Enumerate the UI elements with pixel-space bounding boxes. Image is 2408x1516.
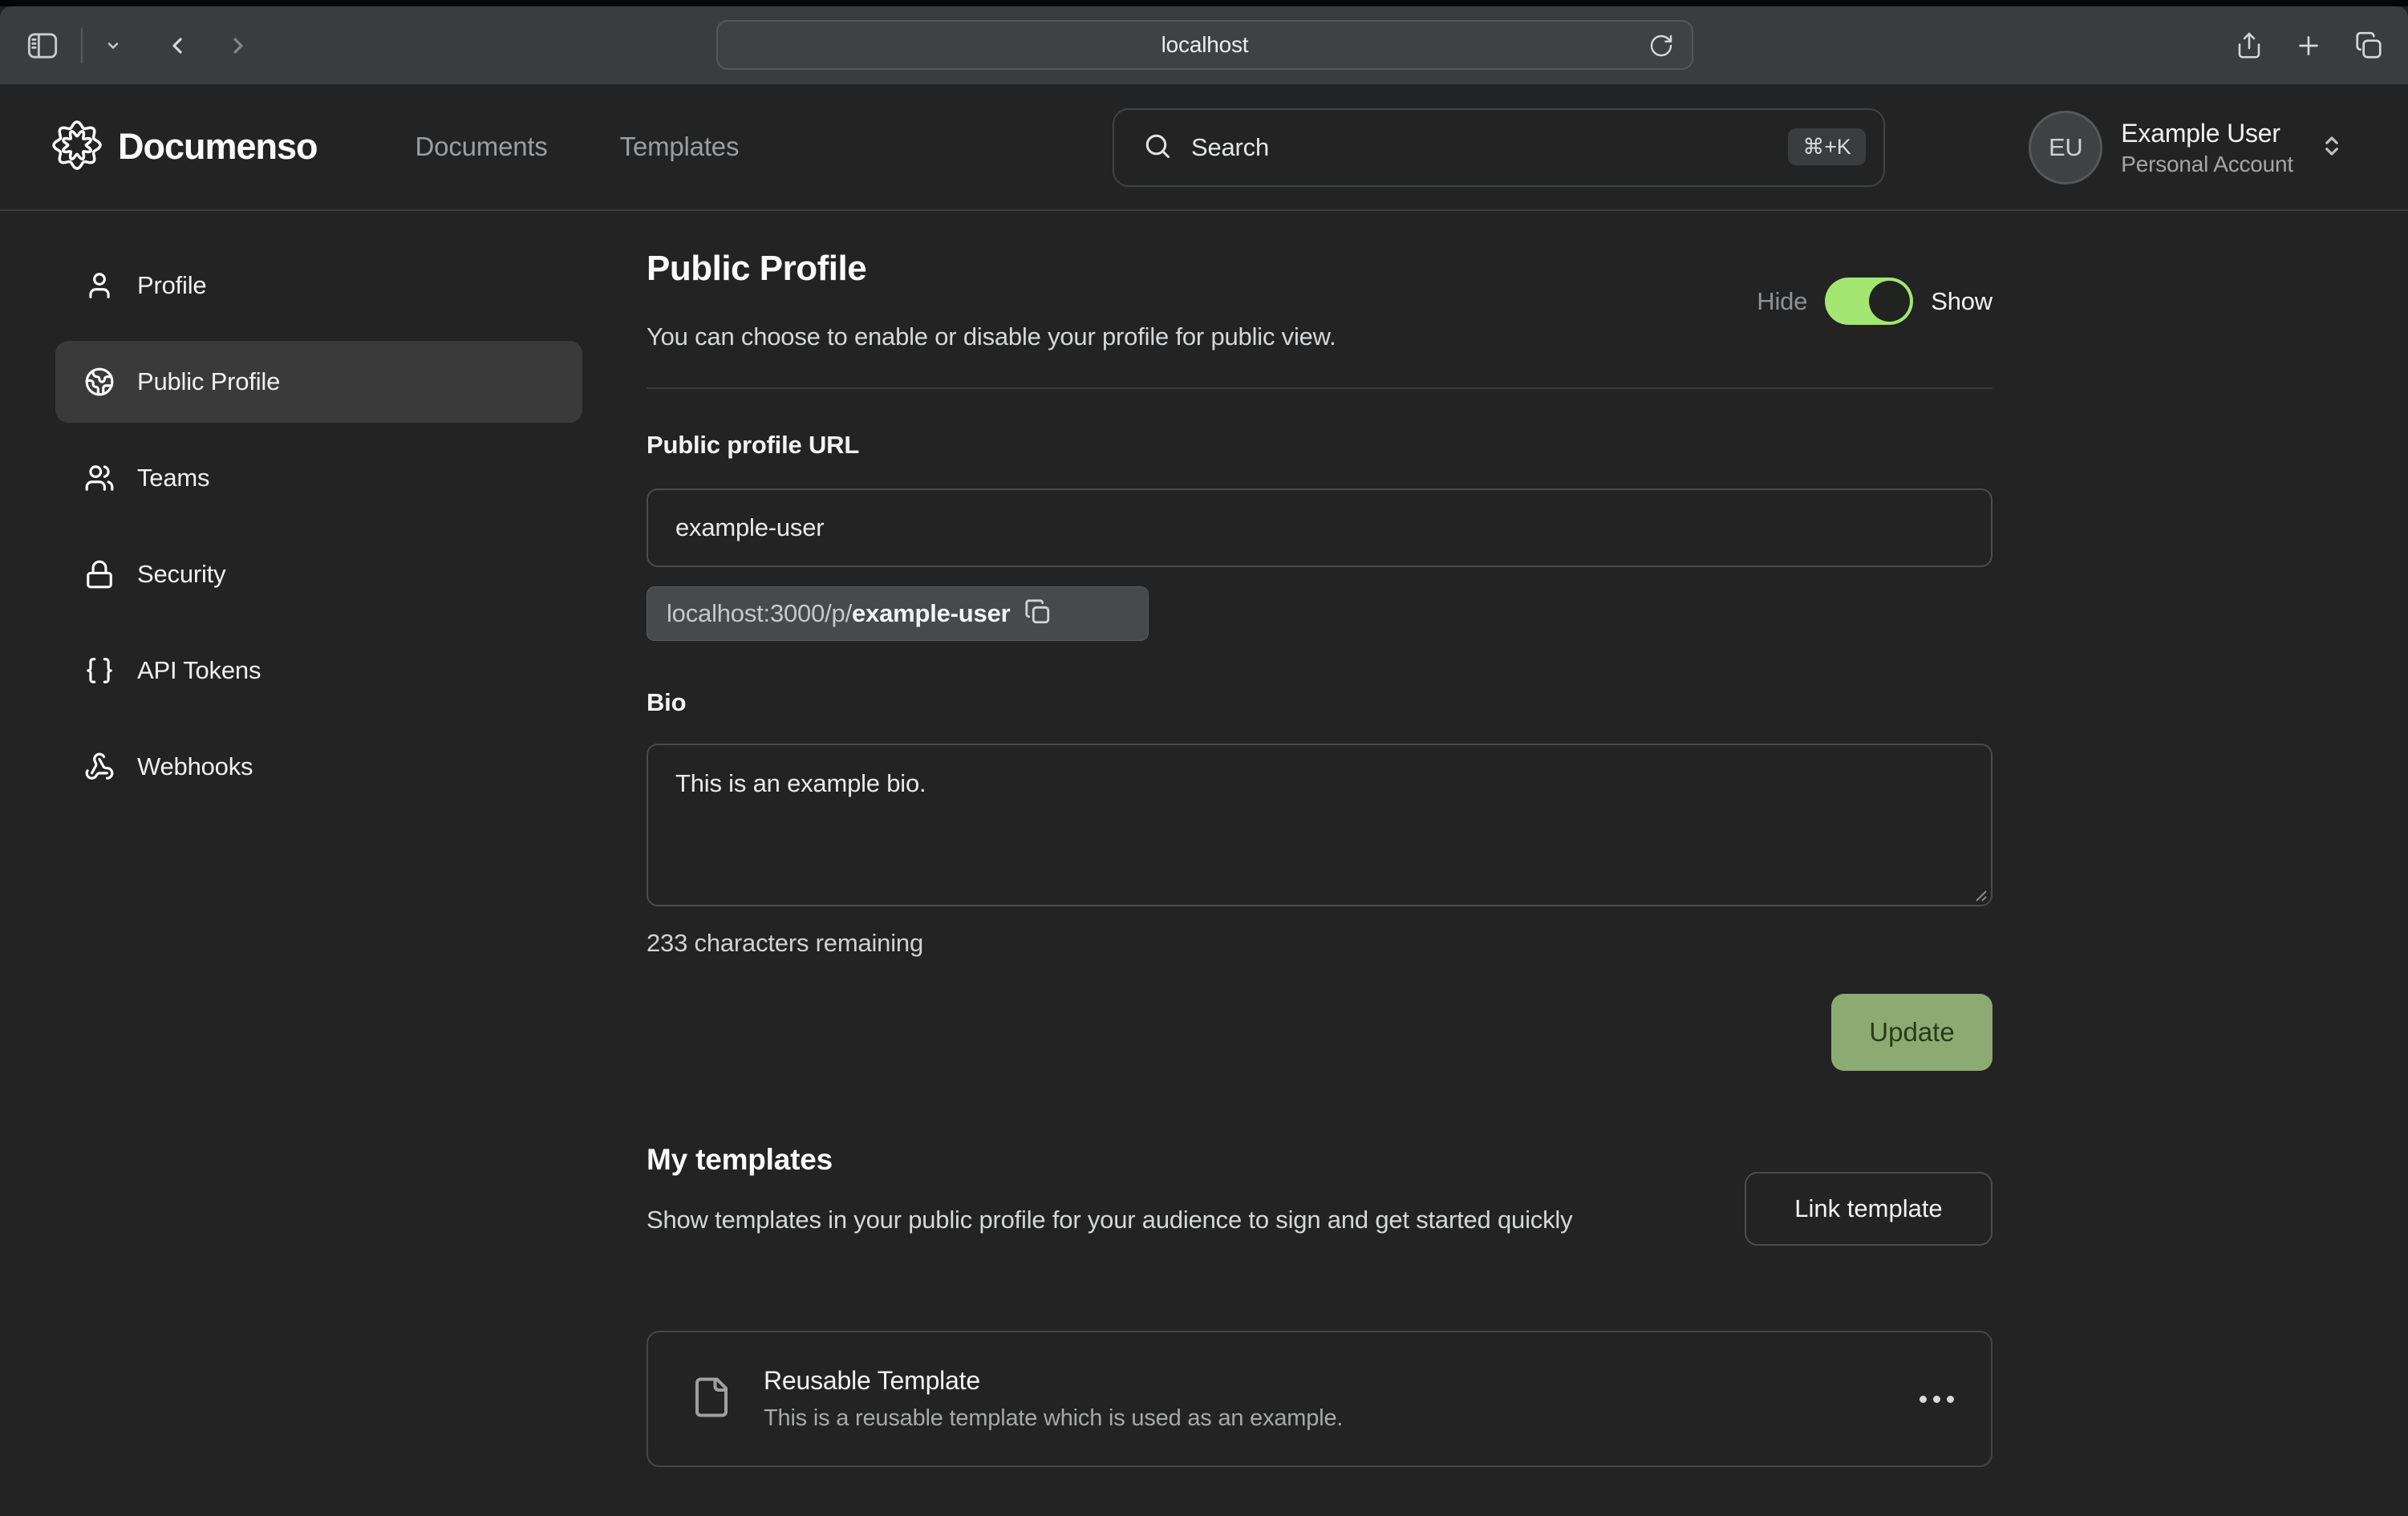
profile-url-input[interactable] xyxy=(647,488,1992,567)
main-content: Public Profile Hide Show You can choose … xyxy=(647,213,1992,1516)
sidebar-item-teams[interactable]: Teams xyxy=(55,437,582,519)
webhook-icon xyxy=(84,752,115,782)
page-title: Public Profile xyxy=(647,249,866,289)
back-icon[interactable] xyxy=(164,33,190,59)
sidebar-item-label: API Tokens xyxy=(137,656,261,685)
sidebar-toggle-icon[interactable] xyxy=(26,32,59,59)
screen: localhost Documenso xyxy=(0,0,2408,1516)
visibility-toggle[interactable] xyxy=(1825,278,1913,325)
copy-icon[interactable] xyxy=(1024,598,1052,630)
browser-left-controls xyxy=(0,28,251,63)
search-icon xyxy=(1143,132,1172,164)
lock-icon xyxy=(84,559,115,590)
sidebar-item-label: Webhooks xyxy=(137,752,253,781)
nav-templates[interactable]: Templates xyxy=(620,132,740,162)
documenso-logo-icon xyxy=(51,119,103,176)
chevron-down-icon[interactable] xyxy=(105,38,121,54)
tabs-overview-icon[interactable] xyxy=(2353,30,2384,61)
sidebar-item-label: Public Profile xyxy=(137,367,280,396)
share-icon[interactable] xyxy=(2235,31,2264,60)
toggle-show-label: Show xyxy=(1931,287,1992,316)
profile-url-preview-text: localhost:3000/p/example-user xyxy=(667,599,1010,628)
bio-textarea[interactable]: This is an example bio. xyxy=(647,744,1992,906)
sidebar-item-public-profile[interactable]: Public Profile xyxy=(55,341,582,423)
sidebar-item-api-tokens[interactable]: API Tokens xyxy=(55,630,582,711)
page-body: Profile Public Profile Teams Security xyxy=(0,213,2408,1516)
my-templates-description: Show templates in your public profile fo… xyxy=(647,1199,1721,1241)
update-button[interactable]: Update xyxy=(1831,994,1992,1071)
brand[interactable]: Documenso xyxy=(51,119,318,176)
top-nav: Documents Templates xyxy=(416,132,740,162)
brand-name: Documenso xyxy=(118,126,318,168)
account-info: Example User Personal Account xyxy=(2121,116,2293,179)
visibility-toggle-group: Hide Show xyxy=(1757,278,1992,325)
account-menu[interactable]: EU Example User Personal Account xyxy=(2029,84,2344,211)
users-icon xyxy=(84,463,115,493)
toggle-hide-label: Hide xyxy=(1757,287,1807,316)
sidebar-item-security[interactable]: Security xyxy=(55,533,582,615)
user-icon xyxy=(84,270,115,301)
nav-documents[interactable]: Documents xyxy=(416,132,548,162)
link-template-button[interactable]: Link template xyxy=(1745,1172,1992,1246)
browser-right-controls xyxy=(2235,6,2384,84)
sidebar-item-label: Teams xyxy=(137,464,209,492)
chevrons-up-down-icon xyxy=(2320,134,2344,162)
forward-icon[interactable] xyxy=(225,33,251,59)
characters-remaining: 233 characters remaining xyxy=(647,929,923,958)
window-top-edge xyxy=(0,0,2408,6)
app-header: Documenso Documents Templates Search ⌘+K… xyxy=(0,84,2408,211)
sidebar-item-label: Profile xyxy=(137,271,206,300)
profile-url-label: Public profile URL xyxy=(647,431,859,460)
settings-sidebar: Profile Public Profile Teams Security xyxy=(55,245,582,808)
address-bar[interactable]: localhost xyxy=(716,20,1693,70)
account-type: Personal Account xyxy=(2121,150,2293,179)
refresh-icon[interactable] xyxy=(1648,33,1674,59)
ellipsis-icon[interactable] xyxy=(1920,1396,1954,1403)
sidebar-item-webhooks[interactable]: Webhooks xyxy=(55,726,582,808)
globe-icon xyxy=(84,367,115,397)
sidebar-item-label: Security xyxy=(137,560,225,589)
my-templates-title: My templates xyxy=(647,1143,833,1177)
new-tab-icon[interactable] xyxy=(2294,31,2323,60)
search-bar[interactable]: Search ⌘+K xyxy=(1113,108,1885,187)
address-bar-url: localhost xyxy=(1161,32,1249,58)
braces-icon xyxy=(84,655,115,686)
search-placeholder: Search xyxy=(1191,133,1269,162)
profile-url-preview[interactable]: localhost:3000/p/example-user xyxy=(647,586,1149,641)
file-icon xyxy=(690,1376,733,1423)
avatar: EU xyxy=(2029,111,2102,184)
page-description: You can choose to enable or disable your… xyxy=(647,322,1336,351)
section-divider xyxy=(647,387,1992,389)
account-name: Example User xyxy=(2121,116,2293,150)
template-meta: Reusable Template This is a reusable tem… xyxy=(764,1366,1920,1432)
search-shortcut-badge: ⌘+K xyxy=(1788,128,1866,165)
template-name: Reusable Template xyxy=(764,1366,1920,1396)
bio-label: Bio xyxy=(647,688,686,717)
browser-toolbar: localhost xyxy=(0,6,2408,84)
toolbar-divider xyxy=(81,28,83,63)
template-card[interactable]: Reusable Template This is a reusable tem… xyxy=(647,1331,1992,1467)
sidebar-item-profile[interactable]: Profile xyxy=(55,245,582,326)
template-description: This is a reusable template which is use… xyxy=(764,1405,1920,1432)
toggle-knob xyxy=(1869,281,1910,322)
